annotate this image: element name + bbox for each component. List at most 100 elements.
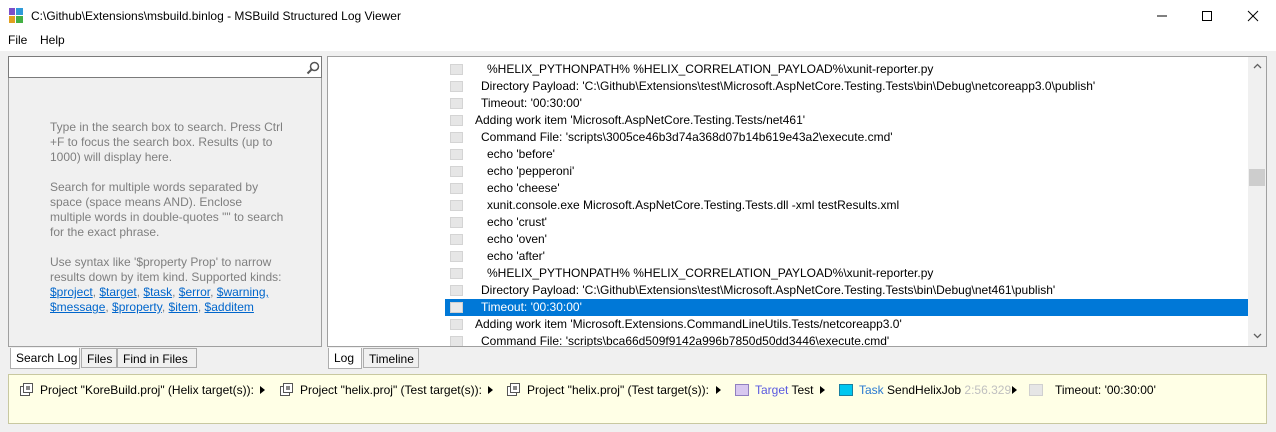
breadcrumb-separator-icon[interactable] [716, 386, 721, 394]
help-paragraph-3-text: Use syntax like '$property Prop' to narr… [50, 255, 282, 284]
message-icon [450, 251, 463, 262]
log-row[interactable]: echo 'crust' [445, 214, 1248, 231]
message-icon [450, 115, 463, 126]
breadcrumb-separator-icon[interactable] [260, 386, 265, 394]
log-row[interactable]: Timeout: '00:30:00' [445, 95, 1248, 112]
task-kind-label: Task [859, 383, 884, 397]
kind-link-warning[interactable]: $warning, [217, 285, 269, 299]
log-row[interactable]: echo 'before' [445, 146, 1248, 163]
message-icon [450, 302, 463, 313]
project-icon [507, 383, 520, 396]
tab-timeline[interactable]: Timeline [363, 348, 419, 368]
log-row[interactable]: echo 'cheese' [445, 180, 1248, 197]
close-button[interactable] [1230, 0, 1276, 31]
log-row[interactable]: Adding work item 'Microsoft.AspNetCore.T… [445, 112, 1248, 129]
minimize-button[interactable] [1139, 0, 1185, 31]
log-row-text: Directory Payload: 'C:\Github\Extensions… [481, 79, 1096, 93]
message-icon [450, 217, 463, 228]
message-icon [450, 234, 463, 245]
log-tree-view[interactable]: %HELIX_PYTHONPATH% %HELIX_CORRELATION_PA… [327, 56, 1267, 347]
log-row[interactable]: xunit.console.exe Microsoft.AspNetCore.T… [445, 197, 1248, 214]
log-row-text: echo 'pepperoni' [487, 164, 575, 178]
kind-link-item[interactable]: $item [169, 300, 198, 314]
breadcrumb-separator-icon[interactable] [1012, 386, 1017, 394]
project-icon [20, 383, 33, 396]
message-icon [450, 166, 463, 177]
tab-log[interactable]: Log [328, 348, 362, 369]
log-row[interactable]: Command File: 'scripts\3005ce46b3d74a368… [445, 129, 1248, 146]
log-row-text: xunit.console.exe Microsoft.AspNetCore.T… [487, 198, 900, 212]
tab-files[interactable]: Files [81, 348, 117, 368]
help-paragraph-3: Use syntax like '$property Prop' to narr… [50, 255, 282, 314]
message-icon [450, 268, 463, 279]
message-icon [450, 149, 463, 160]
search-icon[interactable] [306, 61, 320, 75]
breadcrumb-message[interactable]: Timeout: '00:30:00' [1029, 382, 1156, 398]
app-icon [9, 8, 23, 23]
log-list: %HELIX_PYTHONPATH% %HELIX_CORRELATION_PA… [328, 57, 1248, 346]
log-row-text: echo 'crust' [487, 215, 547, 229]
breadcrumb-project-2[interactable]: Project "helix.proj" (Test target(s)): [280, 382, 482, 398]
menu-help[interactable]: Help [40, 33, 65, 47]
target-kind-label: Target [755, 383, 789, 397]
breadcrumb-project-2-label: Project "helix.proj" (Test target(s)): [300, 383, 482, 397]
menu-file[interactable]: File [8, 33, 27, 47]
kind-link-target[interactable]: $target [99, 285, 136, 299]
log-row[interactable]: Directory Payload: 'C:\Github\Extensions… [445, 282, 1248, 299]
log-row-text: Timeout: '00:30:00' [481, 96, 582, 110]
menu-bar: File Help [0, 31, 1276, 51]
log-row[interactable]: Command File: 'scripts\bca66d509f9142a99… [445, 333, 1248, 347]
breadcrumb-project-3-label: Project "helix.proj" (Test target(s)): [527, 383, 709, 397]
target-icon [735, 384, 749, 396]
message-icon [450, 132, 463, 143]
tab-search-log[interactable]: Search Log [10, 348, 80, 369]
title-bar: C:\Github\Extensions\msbuild.binlog - MS… [0, 0, 1276, 31]
scroll-up-icon[interactable] [1253, 63, 1262, 69]
search-results-panel[interactable]: Type in the search box to search. Press … [8, 78, 322, 347]
message-icon [450, 200, 463, 211]
vertical-scrollbar[interactable] [1248, 57, 1266, 346]
kind-link-error[interactable]: $error [179, 285, 210, 299]
maximize-button[interactable] [1184, 0, 1230, 31]
log-row-text: Command File: 'scripts\3005ce46b3d74a368… [481, 130, 893, 144]
log-row[interactable]: Adding work item 'Microsoft.Extensions.C… [445, 316, 1248, 333]
log-row-text: %HELIX_PYTHONPATH% %HELIX_CORRELATION_PA… [487, 62, 934, 76]
maximize-icon [1202, 11, 1212, 21]
message-icon [450, 183, 463, 194]
kind-link-task[interactable]: $task [143, 285, 172, 299]
message-icon [450, 81, 463, 92]
log-row[interactable]: %HELIX_PYTHONPATH% %HELIX_CORRELATION_PA… [445, 61, 1248, 78]
log-row[interactable]: Directory Payload: 'C:\Github\Extensions… [445, 78, 1248, 95]
message-icon [1029, 384, 1043, 396]
breadcrumb-task[interactable]: Task SendHelixJob 2:56.329 [839, 382, 1011, 398]
scroll-down-icon[interactable] [1253, 333, 1262, 339]
scroll-thumb[interactable] [1249, 169, 1265, 186]
help-paragraph-1: Type in the search box to search. Press … [50, 120, 283, 164]
kind-link-property[interactable]: $property [112, 300, 162, 314]
log-row[interactable]: Timeout: '00:30:00' [445, 299, 1248, 316]
tab-find-in-files[interactable]: Find in Files [117, 348, 197, 368]
project-icon [280, 383, 293, 396]
log-row-text: echo 'before' [487, 147, 555, 161]
breadcrumb-project-1[interactable]: Project "KoreBuild.proj" (Helix target(s… [20, 382, 254, 398]
message-label: Timeout: '00:30:00' [1055, 383, 1156, 397]
breadcrumb-project-3[interactable]: Project "helix.proj" (Test target(s)): [507, 382, 709, 398]
message-icon [450, 285, 463, 296]
log-row[interactable]: echo 'oven' [445, 231, 1248, 248]
search-input[interactable] [11, 59, 296, 75]
log-row-text: echo 'after' [487, 249, 545, 263]
breadcrumb-bar: Project "KoreBuild.proj" (Helix target(s… [8, 374, 1267, 424]
kind-link-project[interactable]: $project [50, 285, 93, 299]
log-row-text: Adding work item 'Microsoft.Extensions.C… [475, 317, 902, 331]
breadcrumb-separator-icon[interactable] [820, 386, 825, 394]
log-row[interactable]: %HELIX_PYTHONPATH% %HELIX_CORRELATION_PA… [445, 265, 1248, 282]
message-icon [450, 64, 463, 75]
message-icon [450, 336, 463, 346]
log-row[interactable]: echo 'after' [445, 248, 1248, 265]
breadcrumb-target[interactable]: Target Test [735, 382, 814, 398]
kind-link-message[interactable]: $message [50, 300, 105, 314]
log-row-text: Command File: 'scripts\bca66d509f9142a99… [481, 334, 890, 347]
log-row[interactable]: echo 'pepperoni' [445, 163, 1248, 180]
kind-link-additem[interactable]: $additem [205, 300, 254, 314]
breadcrumb-separator-icon[interactable] [488, 386, 493, 394]
